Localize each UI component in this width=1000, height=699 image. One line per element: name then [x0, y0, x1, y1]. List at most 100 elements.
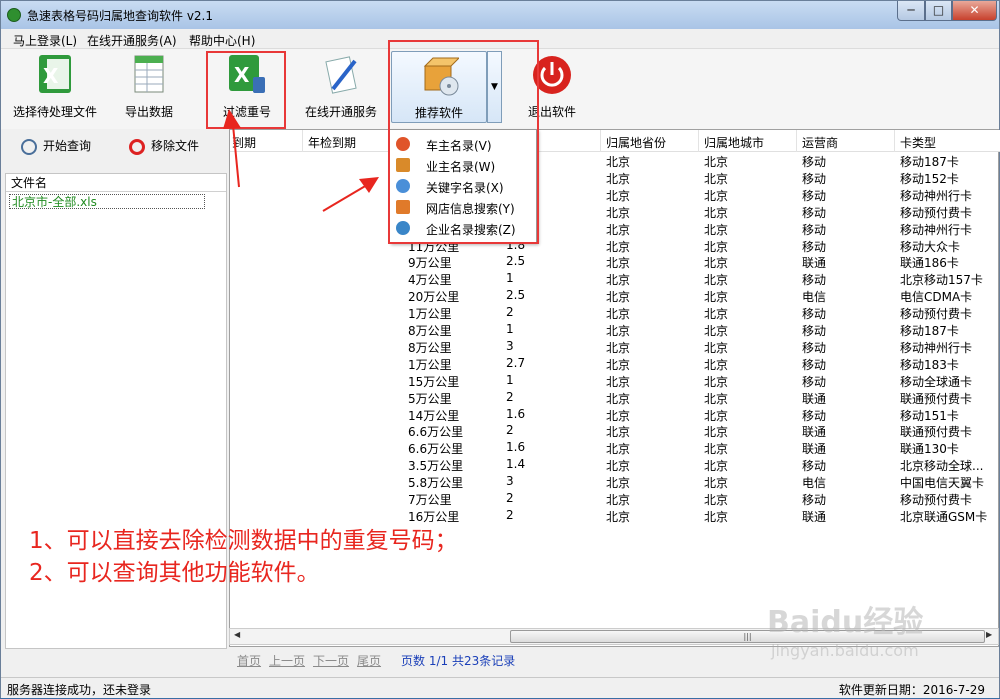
table-row[interactable]: 11万公里 1.8 北京 北京 移动 移动大众卡 — [230, 237, 1000, 254]
table-cell: 移动 — [802, 324, 827, 338]
table-row[interactable]: 15万公里 1 北京 北京 移动 移动全球通卡 — [230, 372, 1000, 389]
table-row[interactable]: 5万公里 2 北京 北京 联通 联通预付费卡 — [230, 389, 1000, 406]
annotation-text: 1、可以直接去除检测数据中的重复号码； 2、可以查询其他功能软件。 — [29, 525, 458, 589]
table-row[interactable]: 4万公里 1 北京 北京 移动 北京移动157卡 — [230, 270, 1000, 287]
table-cell: 2 — [506, 423, 514, 438]
select-file-button[interactable]: X 选择待处理文件 — [7, 51, 103, 123]
table-row[interactable]: 20万公里 2.5 北京 北京 电信 电信CDMA卡 — [230, 287, 1000, 304]
file-name-header: 文件名 — [6, 174, 226, 192]
select-file-label: 选择待处理文件 — [12, 105, 97, 119]
column-header[interactable]: 归属地省份 — [606, 134, 666, 151]
table-row[interactable]: 北京 北京 移动 移动预付费卡 — [230, 203, 1000, 220]
table-cell: 北京 — [704, 205, 729, 220]
column-header[interactable]: 年检到期 — [308, 134, 356, 151]
baidu-watermark-logo: Baidu经验 — [767, 605, 924, 640]
table-cell: 联通 — [802, 509, 827, 524]
window-title: 急速表格号码归属地查询软件 v2.1 — [27, 9, 214, 23]
start-query-button[interactable]: 开始查询 — [21, 137, 91, 155]
table-cell: 电信 — [802, 290, 827, 305]
table-row[interactable]: 8万公里 1 北京 北京 移动 移动187卡 — [230, 321, 1000, 338]
table-cell: 北京 — [606, 324, 631, 338]
table-cell: 移动神州行卡 — [900, 222, 973, 237]
table-cell: 移动187卡 — [900, 324, 959, 338]
table-row[interactable]: 8万公里 3 北京 北京 移动 移动神州行卡 — [230, 338, 1000, 355]
table-cell: 电信 — [802, 476, 827, 491]
excel-file-icon: X — [35, 53, 75, 97]
table-cell: 移动大众卡 — [900, 239, 961, 254]
next-page-link[interactable]: 下一页 — [313, 652, 349, 669]
table-cell: 移动152卡 — [900, 171, 959, 186]
table-cell: 北京 — [704, 357, 729, 372]
spreadsheet-icon — [129, 53, 169, 97]
table-cell: 北京 — [606, 188, 631, 203]
table-cell: 北京 — [606, 425, 631, 440]
open-service-button[interactable]: 在线开通服务 — [301, 51, 381, 123]
table-cell: 北京 — [704, 408, 729, 423]
table-cell: 北京 — [606, 171, 631, 186]
status-text: 服务器连接成功，还未登录 — [7, 683, 152, 697]
table-row[interactable]: 7万公里 2 北京 北京 移动 移动预付费卡 — [230, 490, 1000, 507]
table-cell: 联通186卡 — [900, 256, 959, 271]
magnifier-icon — [21, 138, 37, 155]
table-cell: 移动187卡 — [900, 155, 959, 169]
table-row[interactable]: 16万公里 2 北京 北京 联通 北京联通GSM卡 — [230, 507, 1000, 524]
table-cell: 北京 — [606, 155, 631, 169]
scroll-left-icon[interactable]: ◀ — [234, 630, 240, 639]
scroll-right-icon[interactable]: ▶ — [986, 630, 992, 639]
column-header[interactable]: 归属地城市 — [704, 134, 764, 151]
table-row[interactable]: 6.6万公里 2 北京 北京 联通 联通预付费卡 — [230, 422, 1000, 439]
table-row[interactable]: 1万公里 2.7 北京 北京 移动 移动183卡 — [230, 355, 1000, 372]
table-row[interactable]: 北京 北京 移动 移动神州行卡 — [230, 186, 1000, 203]
column-header[interactable]: 运营商 — [802, 134, 838, 151]
menu-login[interactable]: 马上登录(L) — [13, 32, 77, 49]
table-row[interactable]: 6.6万公里 1.6 北京 北京 联通 联通130卡 — [230, 439, 1000, 456]
last-page-link[interactable]: 尾页 — [357, 652, 381, 669]
table-cell: 北京 — [704, 425, 729, 440]
table-row[interactable]: 3.5万公里 1.4 北京 北京 移动 北京移动全球... — [230, 456, 1000, 473]
table-cell: 5万公里 — [408, 391, 452, 406]
table-cell: 北京 — [704, 273, 729, 288]
table-cell: 北京 — [704, 442, 729, 457]
menu-help[interactable]: 帮助中心(H) — [189, 32, 255, 49]
close-button[interactable]: ✕ — [952, 1, 997, 21]
export-button[interactable]: 导出数据 — [113, 51, 185, 123]
table-cell: 北京 — [704, 239, 729, 254]
table-cell: 移动 — [802, 357, 827, 372]
table-cell: 北京 — [704, 459, 729, 474]
table-cell: 联通 — [802, 256, 827, 271]
table-cell: 8万公里 — [408, 324, 452, 338]
no-entry-icon — [129, 138, 145, 155]
table-row[interactable]: 5.8万公里 3 北京 北京 电信 中国电信天翼卡 — [230, 473, 1000, 490]
table-row[interactable]: 1万公里 2 北京 北京 移动 移动预付费卡 — [230, 304, 1000, 321]
table-cell: 3 — [506, 474, 514, 489]
table-cell: 北京 — [704, 171, 729, 186]
menu-online-service[interactable]: 在线开通服务(A) — [87, 32, 177, 49]
table-row[interactable]: 14万公里 1.6 北京 北京 移动 移动151卡 — [230, 406, 1000, 423]
column-header[interactable]: 卡类型 — [900, 134, 936, 151]
table-row[interactable]: 北京 北京 移动 移动152卡 — [230, 169, 1000, 186]
table-cell: 北京 — [704, 493, 729, 507]
table-cell: 移动 — [802, 374, 827, 389]
maximize-button[interactable]: □ — [925, 1, 952, 21]
table-cell: 移动神州行卡 — [900, 340, 973, 355]
prev-page-link[interactable]: 上一页 — [269, 652, 305, 669]
table-cell: 2 — [506, 305, 514, 320]
first-page-link[interactable]: 首页 — [237, 652, 261, 669]
table-cell: 北京 — [704, 188, 729, 203]
minimize-button[interactable]: ─ — [897, 1, 925, 21]
table-row[interactable]: 北京 北京 移动 移动187卡 — [230, 152, 1000, 169]
table-cell: 联通预付费卡 — [900, 425, 973, 440]
table-cell: 8万公里 — [408, 340, 452, 355]
column-header[interactable]: 到期 — [232, 134, 256, 151]
table-row[interactable]: 9万公里 2.5 北京 北京 联通 联通186卡 — [230, 253, 1000, 270]
remove-file-button[interactable]: 移除文件 — [129, 137, 199, 155]
table-cell: 北京联通GSM卡 — [900, 509, 988, 524]
table-cell: 移动预付费卡 — [900, 307, 973, 322]
table-cell: 联通130卡 — [900, 442, 959, 457]
file-list-item[interactable]: 北京市-全部.xls — [9, 194, 205, 209]
table-cell: 1.4 — [506, 457, 526, 472]
table-row[interactable]: 北京 北京 移动 移动神州行卡 — [230, 220, 1000, 237]
table-cell: 2 — [506, 491, 514, 505]
table-cell: 北京 — [704, 222, 729, 237]
table-cell: 移动 — [802, 459, 827, 474]
